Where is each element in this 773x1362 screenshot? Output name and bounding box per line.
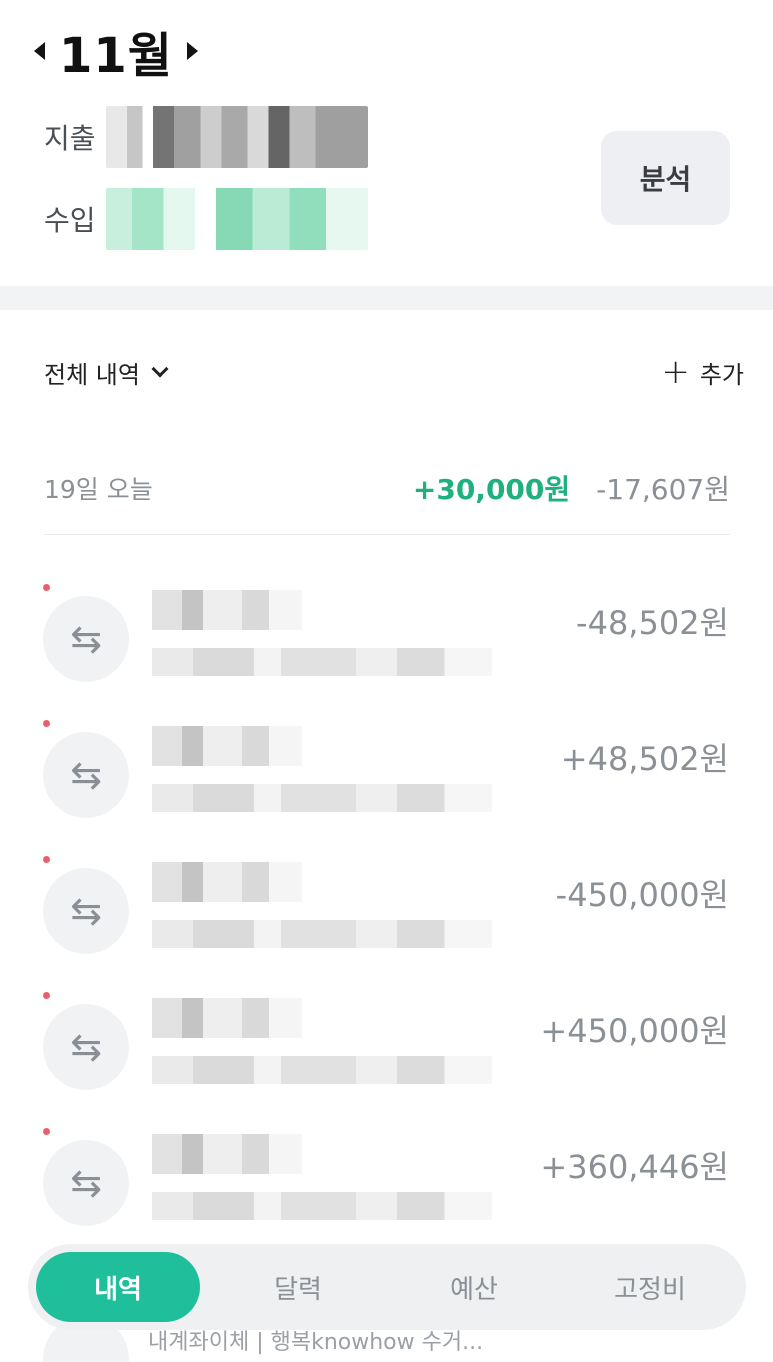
- transaction-item[interactable]: ⇆ +360,446원: [0, 1120, 773, 1240]
- analysis-button[interactable]: 분석: [601, 131, 730, 225]
- day-header: 19일 오늘 +30,000원 -17,607원: [44, 468, 730, 508]
- add-button[interactable]: + 추가: [661, 355, 744, 390]
- transaction-item[interactable]: ⇆ -48,502원: [0, 576, 773, 696]
- transaction-title-blurred: [152, 862, 302, 902]
- tab-fixed-cost[interactable]: 고정비: [562, 1252, 738, 1322]
- prev-month-icon[interactable]: [34, 42, 45, 60]
- add-label: 추가: [699, 360, 744, 389]
- tab-history[interactable]: 내역: [36, 1252, 200, 1322]
- bottom-nav: 내역 달력 예산 고정비: [28, 1244, 746, 1330]
- month-title: 11월: [59, 28, 173, 84]
- transfer-icon: ⇆: [43, 868, 129, 954]
- transaction-detail-blurred: [152, 648, 492, 676]
- transaction-amount: +360,446원: [540, 1148, 729, 1186]
- day-label: 19일 오늘: [44, 475, 153, 504]
- filter-row: 전체 내역 + 추가: [44, 352, 744, 392]
- expense-amount-blurred: [106, 106, 368, 168]
- transaction-title-blurred: [152, 590, 302, 630]
- month-header: 11월: [34, 16, 198, 86]
- day-expense-total: -17,607원: [596, 473, 730, 506]
- transaction-detail-blurred: [152, 784, 492, 812]
- transaction-title-blurred: [152, 998, 302, 1038]
- next-month-icon[interactable]: [186, 42, 198, 60]
- transaction-amount: +450,000원: [540, 1012, 729, 1050]
- tab-budget[interactable]: 예산: [386, 1252, 562, 1322]
- unread-dot: [43, 1128, 50, 1135]
- transaction-amount: -450,000원: [555, 876, 729, 914]
- unread-dot: [43, 720, 50, 727]
- transaction-title-blurred: [152, 726, 302, 766]
- transfer-icon: ⇆: [43, 732, 129, 818]
- transaction-detail-blurred: [152, 1192, 492, 1220]
- transaction-amount: -48,502원: [576, 604, 729, 642]
- plus-icon: +: [661, 352, 690, 392]
- divider: [44, 534, 730, 535]
- transfer-icon: ⇆: [43, 1140, 129, 1226]
- unread-dot: [43, 584, 50, 591]
- tab-calendar[interactable]: 달력: [210, 1252, 386, 1322]
- filter-dropdown[interactable]: 전체 내역: [44, 355, 169, 390]
- day-income-total: +30,000원: [412, 473, 571, 506]
- income-amount-blurred: [106, 188, 368, 250]
- transaction-item[interactable]: ⇆ +450,000원: [0, 984, 773, 1104]
- income-summary: 수입: [44, 188, 368, 250]
- transfer-icon: ⇆: [43, 596, 129, 682]
- section-divider: [0, 286, 773, 310]
- income-label: 수입: [44, 204, 96, 237]
- chevron-down-icon: [151, 360, 169, 378]
- expense-summary: 지출: [44, 106, 368, 168]
- transaction-detail-blurred: [152, 920, 492, 948]
- transfer-icon: ⇆: [43, 1004, 129, 1090]
- transaction-amount: +48,502원: [560, 740, 729, 778]
- filter-label: 전체 내역: [44, 360, 140, 389]
- day-totals: +30,000원 -17,607원: [413, 468, 730, 508]
- transaction-item[interactable]: ⇆ +48,502원: [0, 712, 773, 832]
- unread-dot: [43, 856, 50, 863]
- expense-label: 지출: [44, 122, 96, 155]
- transaction-title-blurred: [152, 1134, 302, 1174]
- transaction-detail-blurred: [152, 1056, 492, 1084]
- unread-dot: [43, 992, 50, 999]
- transaction-item[interactable]: ⇆ -450,000원: [0, 848, 773, 968]
